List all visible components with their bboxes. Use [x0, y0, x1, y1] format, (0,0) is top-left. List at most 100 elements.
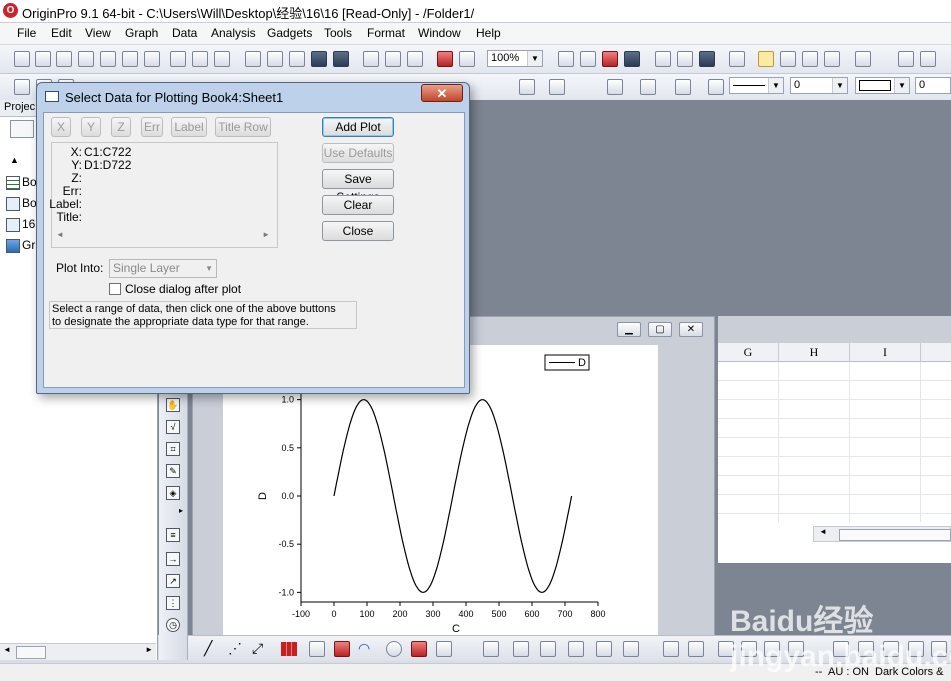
save-settings-button[interactable]: Save Settings [322, 169, 394, 204]
print-icon[interactable] [558, 51, 574, 67]
scatter-matrix-icon[interactable] [309, 641, 325, 657]
font-color-dropdown-icon[interactable] [549, 79, 565, 95]
fill-color-icon[interactable] [607, 79, 623, 95]
fill-pattern-combo[interactable]: ▼ [855, 77, 910, 94]
3d-bar-icon[interactable] [540, 641, 556, 657]
chevron-right-icon[interactable]: ► [145, 645, 153, 654]
z-button[interactable]: Z [111, 117, 131, 137]
horizontal-scrollbar[interactable]: ◄ ► [0, 643, 156, 660]
add-plot-button[interactable]: Add Plot [322, 117, 394, 137]
scroll-thumb[interactable] [16, 646, 46, 659]
pie-chart-icon[interactable] [386, 641, 402, 657]
restore-button[interactable]: ▢ [648, 322, 672, 337]
line-width-combo[interactable]: 0 ▼ [790, 77, 848, 94]
menu-tools[interactable]: Tools [324, 26, 352, 40]
chevron-down-icon[interactable]: ▼ [527, 51, 542, 66]
worksheet-hscroll[interactable]: ◄ [813, 526, 951, 542]
menu-format[interactable]: Format [367, 26, 405, 40]
column-plot-icon[interactable] [281, 642, 297, 656]
save-project-icon[interactable] [311, 51, 327, 67]
new-excel-icon[interactable] [78, 51, 94, 67]
menu-data[interactable]: Data [172, 26, 197, 40]
scatter-plot-icon[interactable]: ⋰ [228, 640, 242, 657]
tree-item[interactable]: Bo [6, 175, 37, 190]
object-manager-icon[interactable] [758, 51, 774, 67]
label-button[interactable]: Label [171, 117, 207, 137]
refresh-icon[interactable] [580, 51, 596, 67]
pattern-icon[interactable] [640, 79, 656, 95]
hand-icon[interactable]: ✋ [166, 398, 180, 412]
folder-button[interactable] [10, 120, 34, 138]
open-excel-icon[interactable] [289, 51, 305, 67]
new-function-icon[interactable] [144, 51, 160, 67]
clear-button[interactable]: Clear [322, 195, 394, 215]
add-column-icon[interactable] [855, 51, 871, 67]
line-tool-icon[interactable]: ↗ [166, 574, 180, 588]
menu-graph[interactable]: Graph [125, 26, 158, 40]
tree-item[interactable]: 16 [6, 217, 35, 232]
cut-icon[interactable] [14, 79, 30, 95]
new-project-icon[interactable] [14, 51, 30, 67]
rotate-icon[interactable]: ◈ [166, 486, 180, 500]
3d-scatter-icon[interactable] [568, 641, 584, 657]
new-graph-icon[interactable] [100, 51, 116, 67]
chevron-down-icon[interactable]: ▼ [205, 260, 213, 277]
scroll-thumb[interactable] [839, 529, 951, 541]
menu-edit[interactable]: Edit [51, 26, 72, 40]
recalculate-icon[interactable] [437, 51, 453, 67]
results-log-icon[interactable] [655, 51, 671, 67]
set-column-values-icon[interactable] [920, 51, 936, 67]
column-header-i[interactable]: I [850, 343, 921, 362]
title-row-button[interactable]: Title Row [215, 117, 271, 137]
column-header-h[interactable]: H [779, 343, 850, 362]
open-icon[interactable] [245, 51, 261, 67]
column-header-g[interactable]: G [718, 343, 779, 362]
new-workbook-icon[interactable] [56, 51, 72, 67]
command-window-icon[interactable] [699, 51, 715, 67]
close-button[interactable]: ✕ [679, 322, 703, 337]
import-multiple-ascii-icon[interactable] [407, 51, 423, 67]
chevron-left-icon[interactable]: ◄ [56, 230, 64, 239]
text-tool-icon[interactable]: ≡ [166, 528, 180, 542]
fill-value-combo[interactable]: 0 [915, 77, 951, 94]
menu-window[interactable]: Window [418, 26, 461, 40]
new-script-icon[interactable] [214, 51, 230, 67]
3d-ribbon-icon[interactable] [596, 641, 612, 657]
duplicate-icon[interactable] [602, 51, 618, 67]
chevron-left-icon[interactable]: ◄ [819, 527, 827, 536]
line-plot-icon[interactable]: ╱ [204, 640, 212, 657]
template-library-icon[interactable] [436, 641, 452, 657]
3d-wire-icon[interactable] [513, 641, 529, 657]
chevron-right-icon[interactable]: ► [262, 230, 270, 239]
line-symbol-icon[interactable]: ⤢ [252, 640, 263, 657]
import-single-ascii-icon[interactable] [385, 51, 401, 67]
new-notes-icon[interactable] [192, 51, 208, 67]
dialog-close-button[interactable]: ✕ [421, 84, 463, 102]
open-template-icon[interactable] [267, 51, 283, 67]
screen-reader-icon[interactable]: √ [166, 420, 180, 434]
batch-plotting-icon[interactable] [459, 51, 475, 67]
chevron-down-icon[interactable]: ▼ [894, 78, 909, 93]
origin-app-icon[interactable]: O [3, 3, 18, 18]
tree-item[interactable]: Bo [6, 196, 37, 211]
layer-tool-icon[interactable] [663, 641, 679, 657]
line-color-icon[interactable] [675, 79, 691, 95]
message-log-icon[interactable] [802, 51, 818, 67]
save-template-icon[interactable] [333, 51, 349, 67]
code-builder-icon[interactable] [624, 51, 640, 67]
chevron-down-icon[interactable]: ▼ [832, 78, 847, 93]
arrow-tool-icon[interactable]: → [166, 552, 180, 566]
quick-help-icon[interactable] [780, 51, 796, 67]
collapse-icon[interactable]: ▲ [10, 155, 19, 165]
project-explorer-icon[interactable] [729, 51, 745, 67]
script-window-icon[interactable] [677, 51, 693, 67]
chevron-right-icon[interactable]: ▸ [179, 506, 183, 515]
assignment-hscroll[interactable]: ◄ ► [53, 230, 275, 244]
region-icon[interactable]: ⋮ [166, 596, 180, 610]
candlestick-icon[interactable] [411, 641, 427, 657]
import-wizard-icon[interactable] [363, 51, 379, 67]
menu-gadgets[interactable]: Gadgets [267, 26, 312, 40]
tree-item[interactable]: Gr [6, 238, 35, 253]
merge-icon[interactable] [688, 641, 704, 657]
polar-icon[interactable]: ◠ [358, 640, 370, 657]
